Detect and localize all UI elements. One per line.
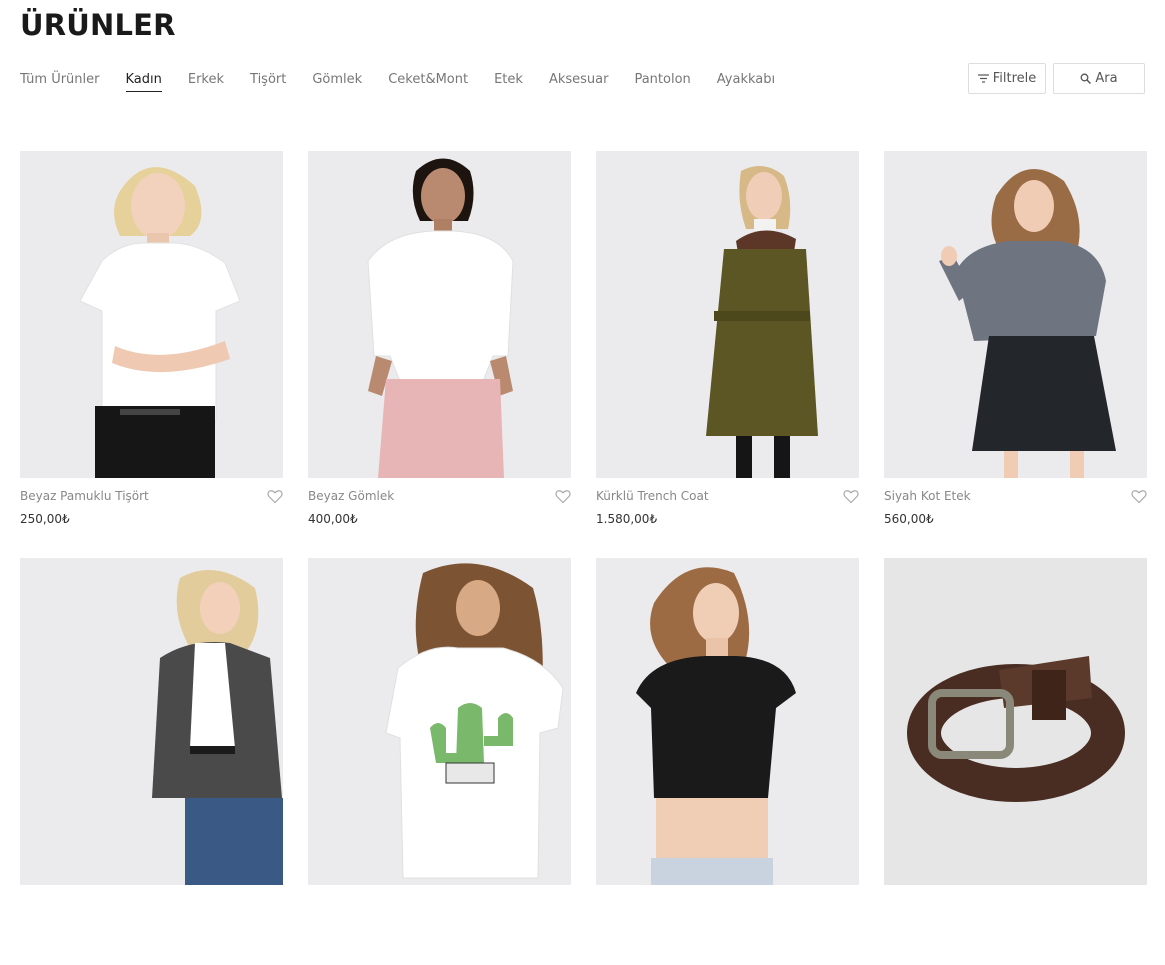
product-image[interactable] [308, 151, 571, 478]
heart-icon[interactable] [843, 489, 859, 504]
heart-icon[interactable] [267, 489, 283, 504]
nav-item-men[interactable]: Erkek [188, 71, 224, 92]
product-card[interactable]: Beyaz Pamuklu Tişört 250,00₺ [20, 151, 283, 558]
product-name[interactable]: Siyah Kot Etek [884, 489, 971, 503]
nav-item-shirt[interactable]: Gömlek [312, 71, 362, 92]
search-label: Ara [1095, 71, 1118, 86]
product-image[interactable] [596, 151, 859, 478]
nav-item-women[interactable]: Kadın [125, 71, 162, 92]
product-card[interactable]: Kürklü Trench Coat 1.580,00₺ [596, 151, 859, 558]
filter-button[interactable]: Filtrele [968, 63, 1046, 94]
product-image[interactable] [308, 558, 571, 885]
product-card[interactable]: Beyaz Gömlek 400,00₺ [308, 151, 571, 558]
filter-icon [977, 74, 989, 83]
product-price: 250,00₺ [20, 512, 70, 526]
product-name[interactable]: Kürklü Trench Coat [596, 489, 709, 503]
product-grid: Beyaz Pamuklu Tişört 250,00₺ Beyaz Gömle… [20, 151, 1147, 965]
toolbar: Filtrele Ara [968, 63, 1145, 94]
product-name[interactable]: Beyaz Gömlek [308, 489, 394, 503]
filter-label: Filtrele [992, 71, 1037, 86]
nav-item-jacket-coat[interactable]: Ceket&Mont [388, 71, 468, 92]
product-card[interactable] [308, 558, 571, 965]
product-name[interactable]: Beyaz Pamuklu Tişört [20, 489, 149, 503]
category-nav: Tüm Ürünler Kadın Erkek Tişört Gömlek Ce… [20, 71, 801, 92]
nav-item-trousers[interactable]: Pantolon [634, 71, 690, 92]
product-price: 400,00₺ [308, 512, 358, 526]
product-card[interactable] [884, 558, 1147, 965]
nav-item-tshirt[interactable]: Tişört [250, 71, 286, 92]
nav-item-all[interactable]: Tüm Ürünler [20, 71, 100, 92]
product-image[interactable] [596, 558, 859, 885]
product-card[interactable]: Siyah Kot Etek 560,00₺ [884, 151, 1147, 558]
heart-icon[interactable] [1131, 489, 1147, 504]
heart-icon[interactable] [555, 489, 571, 504]
product-card[interactable] [596, 558, 859, 965]
product-price: 560,00₺ [884, 512, 934, 526]
search-icon [1080, 73, 1092, 84]
product-image[interactable] [20, 558, 283, 885]
search-button[interactable]: Ara [1053, 63, 1145, 94]
product-price: 1.580,00₺ [596, 512, 658, 526]
page-title: ÜRÜNLER [20, 8, 176, 42]
nav-item-skirt[interactable]: Etek [494, 71, 523, 92]
product-image[interactable] [884, 558, 1147, 885]
product-image[interactable] [884, 151, 1147, 478]
product-card[interactable] [20, 558, 283, 965]
nav-item-accessories[interactable]: Aksesuar [549, 71, 609, 92]
product-image[interactable] [20, 151, 283, 478]
nav-item-shoes[interactable]: Ayakkabı [717, 71, 775, 92]
